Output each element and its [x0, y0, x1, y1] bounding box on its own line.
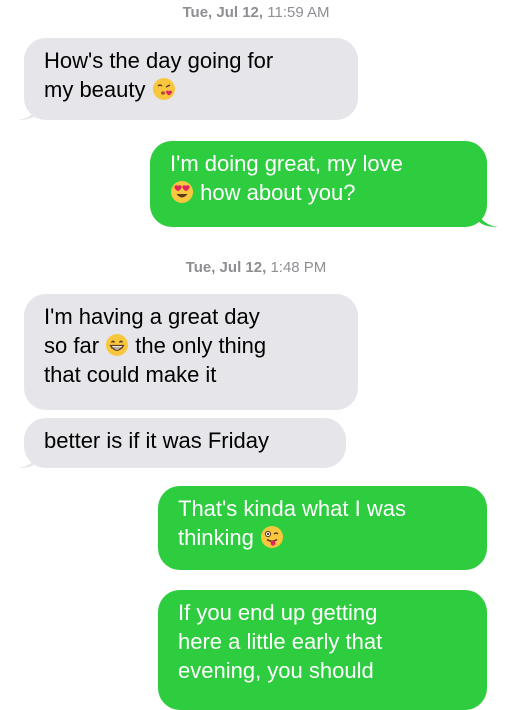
- timestamp-day: Tue, Jul 12,: [185, 259, 267, 276]
- winking-tongue-emoji-icon: [260, 526, 283, 548]
- incoming-message[interactable]: I'm having a great day so far the only t…: [24, 294, 358, 410]
- message-text: that could make it: [44, 362, 217, 387]
- message-text: That's kinda what I was: [178, 496, 406, 521]
- incoming-message[interactable]: better is if it was Friday: [24, 418, 346, 468]
- incoming-message[interactable]: How's the day going for my beauty: [24, 38, 358, 120]
- incoming-bubble-tail: [18, 102, 38, 120]
- kissing-heart-emoji-icon: [152, 78, 175, 100]
- timestamp-time: 11:59 AM: [267, 4, 330, 21]
- message-text: better is if it was Friday: [44, 428, 269, 453]
- timestamp-day: Tue, Jul 12,: [182, 4, 264, 21]
- outgoing-bubble-tail: [478, 209, 498, 227]
- outgoing-message[interactable]: That's kinda what I was thinking: [158, 486, 487, 570]
- outgoing-message[interactable]: I'm doing great, my love how about you?: [150, 141, 487, 227]
- timestamp-time: 1:48 PM: [270, 259, 327, 276]
- grinning-emoji-icon: [106, 334, 129, 356]
- incoming-bubble-tail: [18, 450, 38, 468]
- message-text: my beauty: [44, 77, 146, 102]
- timestamp: Tue, Jul 12, 11:59 AM: [0, 4, 512, 21]
- message-text: thinking: [178, 525, 254, 550]
- message-text: How's the day going for: [44, 48, 274, 73]
- message-text: the only thing: [135, 333, 267, 358]
- message-text: If you end up getting: [178, 600, 378, 625]
- message-text: how about you?: [200, 180, 356, 205]
- message-text: I'm doing great, my love: [170, 151, 403, 176]
- message-text: so far: [44, 333, 100, 358]
- message-text: here a little early that: [178, 629, 383, 654]
- heart-eyes-emoji-icon: [171, 181, 193, 203]
- message-text: I'm having a great day: [44, 304, 260, 329]
- outgoing-message[interactable]: If you end up getting here a little earl…: [158, 590, 487, 710]
- timestamp: Tue, Jul 12, 1:48 PM: [0, 259, 512, 276]
- message-text: evening, you should: [178, 658, 374, 683]
